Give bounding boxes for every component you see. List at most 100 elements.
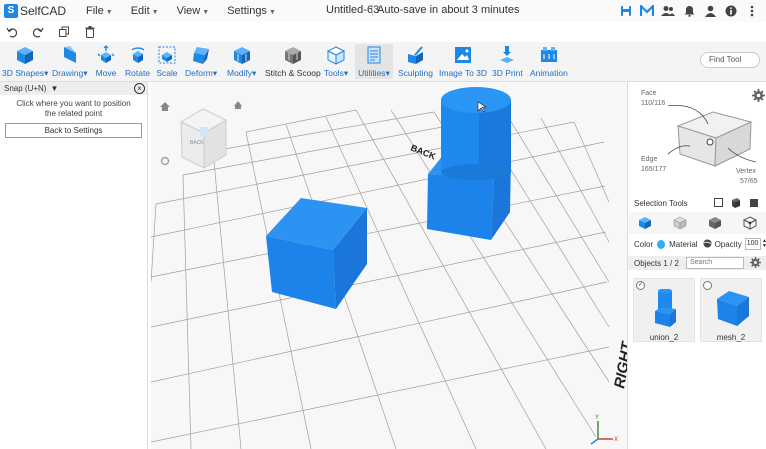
svg-text:Y: Y — [595, 415, 599, 421]
3d-print-icon — [496, 44, 518, 66]
stepper-icon[interactable]: ▲ ▼ — [762, 239, 766, 249]
rotate-icon — [127, 44, 149, 66]
tool-caret: ▾ — [252, 68, 257, 78]
tool-label: Drawing — [52, 68, 84, 78]
bell-icon[interactable] — [681, 3, 697, 19]
select-object-icon[interactable] — [749, 198, 759, 210]
view-cube[interactable] — [179, 108, 228, 169]
appearance-row: Color Material Opacity 100 ▲ ▼ — [628, 236, 766, 252]
selection-cube-diagram — [668, 105, 757, 167]
object-mode-icon[interactable] — [638, 216, 652, 230]
tool-utilities[interactable]: Utilities▾ — [355, 44, 393, 79]
chevron-down-icon: ▼ — [151, 9, 159, 16]
vertex-mode-icon[interactable] — [742, 216, 757, 230]
color-swatch[interactable] — [657, 239, 666, 249]
face-count: 110/116 — [641, 100, 666, 107]
tool-label: Modify — [227, 68, 253, 78]
scene-canvas[interactable]: BACK BACK RIGHT Y X — [151, 82, 627, 449]
face-mode-icon[interactable] — [673, 216, 687, 230]
tool-sculpting[interactable]: Sculpting — [398, 44, 433, 78]
select-box-icon[interactable] — [714, 198, 724, 210]
find-tool-input[interactable]: Find Tool — [700, 52, 760, 68]
tool-move[interactable]: Move — [95, 44, 117, 78]
move-icon — [95, 44, 117, 66]
scale-icon — [156, 44, 178, 66]
snap-title: Snap (U+N) — [4, 84, 47, 93]
gear-icon[interactable] — [750, 257, 761, 270]
menu-edit[interactable]: Edit ▼ — [131, 5, 159, 17]
title-bar: S SelfCAD File ▼ Edit ▼ View ▼ Settings ▼ Un… — [0, 0, 766, 22]
tool-label: Tools — [324, 68, 344, 78]
users-icon[interactable] — [660, 3, 676, 19]
object-name-union-2: union_2 — [649, 333, 679, 342]
redo-icon[interactable] — [30, 24, 46, 40]
tool-image-to-3d[interactable]: Image To 3D — [439, 44, 487, 78]
menu-settings-label: Settings — [227, 5, 267, 17]
opacity-input[interactable]: 100 — [744, 238, 762, 250]
menu-file[interactable]: File ▼ — [86, 5, 113, 17]
gear-icon[interactable] — [752, 89, 765, 102]
stitch-icon — [282, 44, 304, 66]
svg-text:X: X — [614, 437, 618, 443]
tool-rotate[interactable]: Rotate — [125, 44, 150, 78]
gear-icon[interactable] — [160, 156, 170, 166]
color-label: Color — [634, 239, 654, 249]
select-multi-icon[interactable] — [731, 198, 741, 210]
tool-modify[interactable]: Modify▾ — [227, 44, 256, 79]
autosave-status: Auto-save in about 3 minutes — [372, 4, 519, 16]
save-icon[interactable] — [618, 3, 634, 19]
utilities-icon — [363, 44, 385, 66]
tool-deform[interactable]: Deform▾ — [185, 44, 217, 79]
app-logo[interactable]: S SelfCAD — [4, 4, 66, 18]
objects-search-input[interactable]: Search — [686, 257, 744, 269]
opacity-label: Opacity — [714, 239, 742, 249]
logo-mark: S — [4, 4, 18, 18]
main-menu: File ▼ Edit ▼ View ▼ Settings ▼ — [86, 5, 294, 17]
object-checkbox[interactable] — [703, 281, 712, 290]
object-checkbox[interactable]: ✓ — [636, 281, 645, 290]
copy-icon[interactable] — [56, 24, 72, 40]
deform-icon — [190, 44, 212, 66]
material-label[interactable]: Material — [669, 240, 697, 249]
tool-3d-shapes[interactable]: 3D Shapes▾ — [2, 44, 48, 79]
tool-label: Rotate — [125, 68, 151, 78]
tool-animation[interactable]: Animation — [530, 44, 568, 78]
view-cube-label: BACK — [190, 140, 204, 146]
tool-label: Animation — [530, 68, 568, 78]
menu-settings[interactable]: Settings ▼ — [227, 5, 276, 17]
camera-target-icon[interactable] — [234, 101, 242, 109]
tool-label: Stitch & Scoop — [265, 68, 321, 78]
tool-tools[interactable]: Tools▾ — [324, 44, 348, 79]
close-icon[interactable]: × — [134, 83, 145, 94]
vertex-count: 57/65 — [740, 178, 758, 185]
main-toolbar: 3D Shapes▾ Drawing▾ Move Rotate Scale De… — [0, 42, 766, 82]
edge-count: 165/177 — [641, 166, 667, 173]
menu-file-label: File — [86, 5, 104, 17]
cube-mesh-2[interactable] — [266, 198, 367, 309]
tool-label: Sculpting — [398, 68, 433, 78]
tool-drawing[interactable]: Drawing▾ — [52, 44, 87, 79]
user-icon[interactable] — [702, 3, 718, 19]
tool-3d-print[interactable]: 3D Print — [492, 44, 523, 78]
tool-label: 3D Shapes — [2, 68, 45, 78]
selection-tools-label: Selection Tools — [634, 198, 688, 208]
info-icon[interactable] — [723, 3, 739, 19]
union-2-object[interactable] — [427, 87, 511, 240]
m-brand-icon[interactable] — [639, 3, 655, 19]
material-sphere-icon[interactable] — [703, 239, 712, 250]
tool-scale[interactable]: Scale — [156, 44, 178, 78]
delete-icon[interactable] — [82, 24, 98, 40]
snap-header[interactable]: Snap (U+N) ▼ — [0, 82, 147, 95]
menu-view[interactable]: View ▼ — [177, 5, 210, 17]
tool-label: 3D Print — [492, 68, 523, 78]
back-to-settings-button[interactable]: Back to Settings — [5, 123, 142, 138]
tool-stitch-scoop[interactable]: Stitch & Scoop — [265, 44, 321, 78]
home-icon[interactable] — [160, 102, 170, 111]
more-icon[interactable] — [744, 3, 760, 19]
image-to-3d-icon — [452, 44, 474, 66]
undo-icon[interactable] — [4, 24, 20, 40]
3d-viewport[interactable]: BACK BACK RIGHT Y X — [151, 82, 627, 449]
edge-mode-icon[interactable] — [708, 216, 722, 230]
objects-header: Objects 1 / 2 Search — [628, 256, 766, 270]
tool-label: Image To 3D — [439, 68, 488, 78]
